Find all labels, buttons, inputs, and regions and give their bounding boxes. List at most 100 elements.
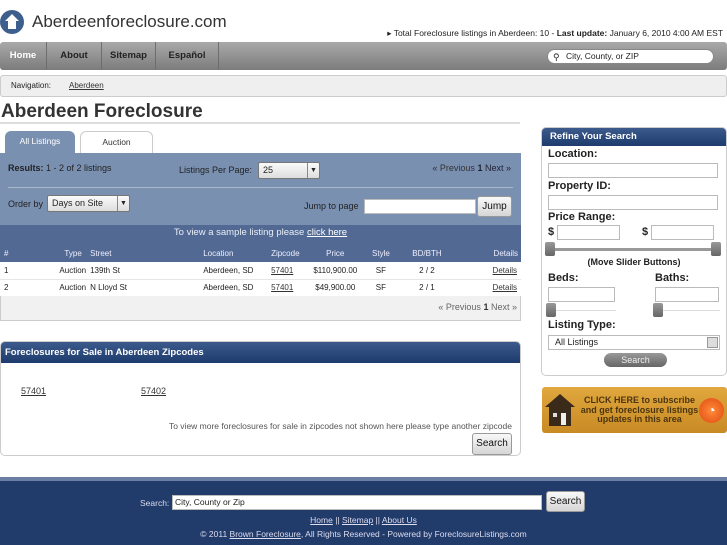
sample-link[interactable]: click here	[307, 227, 347, 238]
chevron-down-icon: ▼	[117, 196, 129, 211]
divider	[0, 122, 520, 124]
row-number: 2	[0, 279, 29, 297]
subscribe-banner[interactable]: CLICK HERE to subscribe and get foreclos…	[542, 387, 727, 433]
style-cell: SF	[361, 279, 396, 297]
current-page: 1	[483, 302, 489, 312]
page-title: Aberdeen Foreclosure	[1, 101, 203, 122]
zipcode-link[interactable]: 57401	[267, 279, 305, 297]
beds-input[interactable]	[548, 287, 615, 302]
zipcode-link[interactable]: 57402	[141, 386, 166, 396]
refine-search-button[interactable]: Search	[604, 353, 667, 367]
breadcrumb-label: Navigation:	[11, 81, 52, 90]
jump-input[interactable]	[364, 199, 476, 214]
beds-label: Beds:	[548, 272, 579, 284]
pager-bottom: « Previous 1 Next »	[0, 296, 521, 321]
copyright: © 2011 Brown Foreclosure, All Rights Res…	[200, 529, 527, 539]
price-range-label: Price Range:	[548, 211, 616, 223]
info-value: January 6, 2010 4:00 AM EST	[607, 28, 723, 38]
price-cell: $110,900.00	[304, 262, 362, 280]
baths-slider-track[interactable]	[660, 310, 720, 311]
footer-home-link[interactable]: Home	[310, 515, 333, 525]
breadcrumb-aberdeen[interactable]: Aberdeen	[69, 81, 104, 90]
footer-search-button[interactable]: Search	[546, 491, 585, 512]
next-link[interactable]: Next »	[485, 163, 511, 173]
order-label: Order by	[8, 199, 44, 209]
nav-home[interactable]: Home	[0, 42, 47, 70]
zipcode-link[interactable]: 57401	[21, 386, 46, 396]
tab-auction[interactable]: Auction	[80, 131, 153, 154]
brown-foreclosure-link[interactable]: Brown Foreclosure	[230, 529, 301, 539]
prev-link[interactable]: « Previous	[432, 163, 475, 173]
footer: Search: City, County or Zip Search Home …	[0, 477, 727, 545]
price-slider-track[interactable]	[552, 248, 717, 251]
column-header: Zipcode	[271, 249, 300, 258]
baths-label: Baths:	[655, 272, 690, 284]
details-link[interactable]: Details	[453, 279, 521, 297]
column-header: Type	[64, 249, 82, 258]
nav-about[interactable]: About	[47, 42, 102, 70]
chevron-down-icon	[707, 337, 718, 348]
column-header: #	[4, 249, 9, 258]
next-link[interactable]: Next »	[491, 302, 517, 312]
zipcode-link[interactable]: 57401	[267, 262, 305, 280]
site-title[interactable]: Aberdeenforeclosure.com	[32, 12, 227, 32]
slider-hint: (Move Slider Buttons)	[587, 257, 681, 267]
location-label: Location:	[548, 148, 598, 160]
footer-links: Home || Sitemap || About Us	[310, 515, 417, 525]
price-slider-max-handle[interactable]	[711, 242, 721, 256]
logo-house-icon[interactable]	[0, 10, 24, 34]
footer-sitemap-link[interactable]: Sitemap	[342, 515, 373, 525]
beds-slider-track[interactable]	[552, 310, 616, 311]
table-row: 1 Auction 139th St Aberdeen, SD 57401 $110,90…	[0, 262, 521, 280]
search-icon: ⚲	[553, 52, 560, 62]
baths-input[interactable]	[655, 287, 719, 302]
zipcodes-note: To view more foreclosures for sale in zi…	[168, 421, 512, 431]
per-page-label: Listings Per Page:	[179, 165, 253, 175]
footer-search-label: Search:	[140, 498, 170, 508]
prev-link[interactable]: « Previous	[438, 302, 481, 312]
beds-slider-handle[interactable]	[546, 303, 556, 317]
jump-button[interactable]: Jump	[477, 196, 512, 217]
column-header: Price	[326, 249, 345, 258]
type-cell: Auction	[28, 262, 87, 280]
jump-label: Jump to page	[304, 201, 359, 211]
property-id-input[interactable]	[548, 195, 718, 210]
per-page-select[interactable]: 25 ▼	[258, 162, 320, 179]
order-select[interactable]: Days on Site ▼	[47, 195, 130, 212]
listing-type-label: Listing Type:	[548, 319, 616, 331]
listing-type-select[interactable]: All Listings	[548, 335, 720, 350]
table-row: 2 Auction N Lloyd St Aberdeen, SD 57401 $49,9…	[0, 279, 521, 297]
bd-bth-cell: 2 / 2	[395, 262, 454, 280]
listing-info: ▸ Total Foreclosure listings in Aberdeen…	[387, 28, 723, 38]
details-link[interactable]: Details	[453, 262, 521, 280]
price-slider-min-handle[interactable]	[545, 242, 555, 256]
footer-about-link[interactable]: About Us	[382, 515, 417, 525]
current-page: 1	[477, 163, 483, 173]
baths-slider-handle[interactable]	[653, 303, 663, 317]
column-header: Street	[90, 249, 112, 258]
refine-title: Refine Your Search	[542, 128, 726, 146]
street-cell: 139th St	[86, 262, 200, 280]
nav-sitemap[interactable]: Sitemap	[102, 42, 156, 70]
price-min-input[interactable]	[557, 225, 620, 240]
price-max-input[interactable]	[651, 225, 714, 240]
currency-symbol: $	[548, 226, 555, 238]
zipcode-search-button[interactable]: Search	[472, 433, 512, 455]
nav-search-input[interactable]: ⚲ City, County, or ZIP	[547, 49, 714, 64]
zipcodes-panel: Foreclosures for Sale in Aberdeen Zipcod…	[0, 341, 521, 456]
chevron-down-icon: ▼	[307, 163, 319, 178]
type-cell: Auction	[28, 279, 87, 297]
rss-icon: ◔	[699, 398, 724, 423]
street-cell: N Lloyd St	[86, 279, 200, 297]
tab-all-listings[interactable]: All Listings	[5, 131, 75, 154]
nav-espanol[interactable]: Español	[156, 42, 219, 70]
results-panel: Results: 1 - 2 of 2 listings Listings Pe…	[0, 153, 521, 225]
column-header: Details	[493, 249, 518, 258]
table-header: # Type Street Location Zipcode Price Style BD/B…	[0, 245, 521, 262]
footer-search-input[interactable]: City, County or Zip	[172, 495, 542, 510]
info-label: Last update:	[556, 28, 608, 38]
house-icon	[545, 394, 575, 426]
location-input[interactable]	[548, 163, 718, 178]
style-cell: SF	[361, 262, 396, 280]
column-header: Location	[203, 249, 234, 258]
